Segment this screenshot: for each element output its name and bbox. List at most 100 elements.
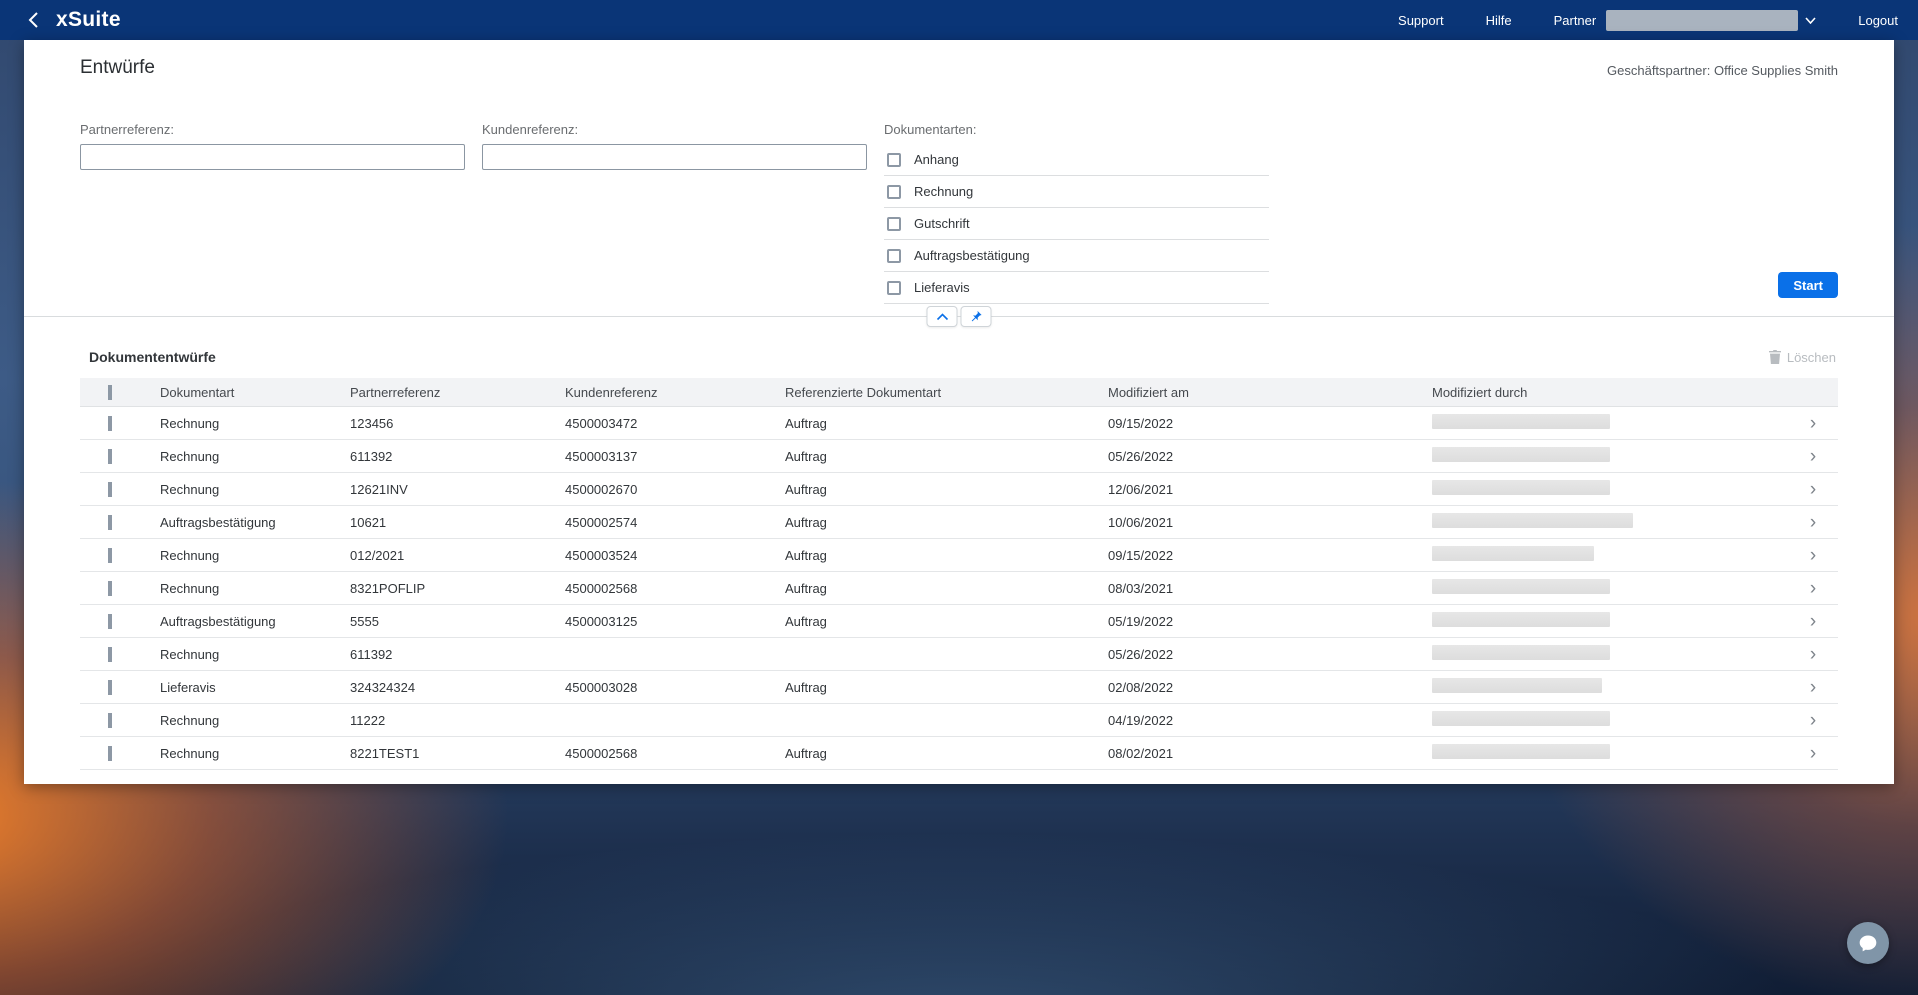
- row-checkbox[interactable]: [108, 416, 112, 431]
- page-header: Entwürfe Geschäftspartner: Office Suppli…: [24, 40, 1894, 79]
- row-checkbox[interactable]: [108, 614, 112, 629]
- redacted-modifiziert-durch: [1432, 711, 1610, 726]
- redacted-modifiziert-durch: [1432, 447, 1610, 462]
- checkbox-rechnung[interactable]: [887, 185, 901, 199]
- cell-dokumentart: Rechnung: [160, 647, 350, 662]
- cell-referenzierte-dokumentart: Auftrag: [785, 515, 1108, 530]
- partner-dropdown[interactable]: [1606, 10, 1816, 31]
- filter-bar: Partnerreferenz: Kundenreferenz: Dokumen…: [80, 122, 1269, 304]
- cell-modifiziert-am: 09/15/2022: [1108, 416, 1432, 431]
- collapse-filter-button[interactable]: [927, 306, 958, 327]
- table-row[interactable]: Lieferavis 324324324 4500003028 Auftrag …: [80, 671, 1838, 704]
- redacted-modifiziert-durch: [1432, 480, 1610, 495]
- table-row[interactable]: Rechnung 012/2021 4500003524 Auftrag 09/…: [80, 539, 1838, 572]
- document-type-option-lieferavis[interactable]: Lieferavis: [884, 272, 1269, 304]
- table-row[interactable]: Rechnung 611392 05/26/2022 ›: [80, 638, 1838, 671]
- chevron-right-icon[interactable]: ›: [1798, 546, 1828, 565]
- row-checkbox[interactable]: [108, 680, 112, 695]
- row-checkbox[interactable]: [108, 713, 112, 728]
- cell-dokumentart: Rechnung: [160, 746, 350, 761]
- row-checkbox[interactable]: [108, 581, 112, 596]
- checkbox-label: Auftragsbestätigung: [914, 248, 1030, 263]
- business-partner-text: Geschäftspartner: Office Supplies Smith: [1607, 63, 1838, 78]
- cell-partnerreferenz: 11222: [350, 713, 565, 728]
- logout-link[interactable]: Logout: [1858, 13, 1898, 28]
- chevron-right-icon[interactable]: ›: [1798, 447, 1828, 466]
- nav-support-link[interactable]: Support: [1398, 13, 1444, 28]
- chevron-right-icon[interactable]: ›: [1798, 579, 1828, 598]
- nav-help-link[interactable]: Hilfe: [1486, 13, 1512, 28]
- table-row[interactable]: Auftragsbestätigung 5555 4500003125 Auft…: [80, 605, 1838, 638]
- cell-referenzierte-dokumentart: Auftrag: [785, 746, 1108, 761]
- column-header-modifiziert-am: Modifiziert am: [1108, 385, 1432, 400]
- document-types-label: Dokumentarten:: [884, 122, 1269, 137]
- row-checkbox[interactable]: [108, 548, 112, 563]
- partner-reference-input[interactable]: [80, 144, 465, 170]
- chevron-down-icon: [1805, 17, 1816, 24]
- chevron-left-icon: [28, 12, 38, 28]
- chat-bubble-icon: [1858, 933, 1878, 953]
- column-header-dokumentart: Dokumentart: [160, 385, 350, 400]
- table-row[interactable]: Rechnung 11222 04/19/2022 ›: [80, 704, 1838, 737]
- row-checkbox[interactable]: [108, 449, 112, 464]
- cell-referenzierte-dokumentart: Auftrag: [785, 680, 1108, 695]
- table-row[interactable]: Rechnung 12621INV 4500002670 Auftrag 12/…: [80, 473, 1838, 506]
- table-row[interactable]: Rechnung 123456 4500003472 Auftrag 09/15…: [80, 407, 1838, 440]
- redacted-modifiziert-durch: [1432, 579, 1610, 594]
- checkbox-auftragsbestaetigung[interactable]: [887, 249, 901, 263]
- cell-kundenreferenz: 4500002574: [565, 515, 785, 530]
- checkbox-gutschrift[interactable]: [887, 217, 901, 231]
- filter-document-types: Dokumentarten: Anhang Rechnung Gutschrif…: [884, 122, 1269, 304]
- checkbox-label: Anhang: [914, 152, 959, 167]
- start-button[interactable]: Start: [1778, 272, 1838, 298]
- row-checkbox[interactable]: [108, 647, 112, 662]
- checkbox-lieferavis[interactable]: [887, 281, 901, 295]
- cell-kundenreferenz: 4500003137: [565, 449, 785, 464]
- chevron-right-icon[interactable]: ›: [1798, 513, 1828, 532]
- back-button[interactable]: [20, 7, 46, 33]
- column-header-referenzierte-dokumentart: Referenzierte Dokumentart: [785, 385, 1108, 400]
- cell-partnerreferenz: 611392: [350, 647, 565, 662]
- chevron-right-icon[interactable]: ›: [1798, 711, 1828, 730]
- cell-dokumentart: Rechnung: [160, 449, 350, 464]
- drafts-table-section: Dokumententwürfe Löschen Dokumentart Par…: [80, 341, 1838, 770]
- cell-partnerreferenz: 611392: [350, 449, 565, 464]
- cell-partnerreferenz: 10621: [350, 515, 565, 530]
- application-root: xSuite Support Hilfe Partner Logout Entw…: [0, 0, 1918, 995]
- document-type-option-anhang[interactable]: Anhang: [884, 144, 1269, 176]
- cell-kundenreferenz: 4500002670: [565, 482, 785, 497]
- row-checkbox[interactable]: [108, 482, 112, 497]
- chevron-right-icon[interactable]: ›: [1798, 612, 1828, 631]
- row-checkbox[interactable]: [108, 746, 112, 761]
- pin-filter-button[interactable]: [961, 306, 992, 327]
- document-type-option-auftragsbestaetigung[interactable]: Auftragsbestätigung: [884, 240, 1269, 272]
- table-row[interactable]: Rechnung 8321POFLIP 4500002568 Auftrag 0…: [80, 572, 1838, 605]
- cell-partnerreferenz: 5555: [350, 614, 565, 629]
- chevron-right-icon[interactable]: ›: [1798, 480, 1828, 499]
- cell-modifiziert-am: 08/03/2021: [1108, 581, 1432, 596]
- redacted-modifiziert-durch: [1432, 513, 1633, 528]
- chevron-right-icon[interactable]: ›: [1798, 645, 1828, 664]
- partner-label: Partner: [1554, 13, 1597, 28]
- cell-dokumentart: Auftragsbestätigung: [160, 515, 350, 530]
- chevron-right-icon[interactable]: ›: [1798, 678, 1828, 697]
- delete-button[interactable]: Löschen: [1769, 350, 1836, 365]
- table-title: Dokumententwürfe: [89, 349, 216, 365]
- filter-customer-reference: Kundenreferenz:: [482, 122, 867, 304]
- checkbox-anhang[interactable]: [887, 153, 901, 167]
- customer-reference-input[interactable]: [482, 144, 867, 170]
- row-checkbox[interactable]: [108, 515, 112, 530]
- chevron-right-icon[interactable]: ›: [1798, 414, 1828, 433]
- table-row[interactable]: Rechnung 8221TEST1 4500002568 Auftrag 08…: [80, 737, 1838, 770]
- checkbox-label: Lieferavis: [914, 280, 970, 295]
- document-type-option-gutschrift[interactable]: Gutschrift: [884, 208, 1269, 240]
- cell-partnerreferenz: 123456: [350, 416, 565, 431]
- chat-launcher-button[interactable]: [1847, 922, 1889, 964]
- document-type-option-rechnung[interactable]: Rechnung: [884, 176, 1269, 208]
- select-all-checkbox[interactable]: [108, 385, 112, 400]
- column-header-kundenreferenz: Kundenreferenz: [565, 385, 785, 400]
- table-row[interactable]: Rechnung 611392 4500003137 Auftrag 05/26…: [80, 440, 1838, 473]
- chevron-right-icon[interactable]: ›: [1798, 744, 1828, 763]
- cell-dokumentart: Rechnung: [160, 416, 350, 431]
- table-row[interactable]: Auftragsbestätigung 10621 4500002574 Auf…: [80, 506, 1838, 539]
